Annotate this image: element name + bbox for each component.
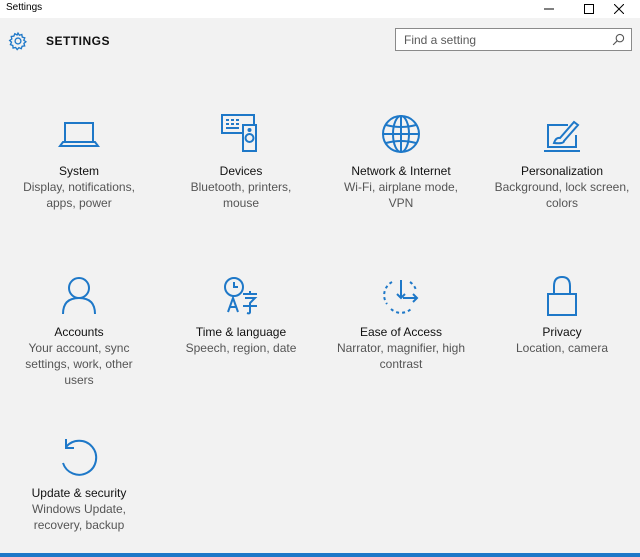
tile-network-internet[interactable]: Network & Internet Wi-Fi, airplane mode,… bbox=[326, 113, 476, 211]
person-icon bbox=[62, 277, 96, 315]
ease-of-access-icon bbox=[383, 280, 419, 314]
time-language-icon bbox=[224, 277, 258, 315]
tile-label: Time & language bbox=[195, 325, 287, 339]
tile-description: Bluetooth, printers, mouse bbox=[190, 180, 292, 210]
tile-description: Wi-Fi, airplane mode, VPN bbox=[343, 180, 459, 210]
maximize-icon bbox=[584, 4, 594, 14]
update-icon bbox=[62, 439, 98, 476]
tile-description: Windows Update, recovery, backup bbox=[31, 502, 127, 532]
search-input[interactable] bbox=[396, 29, 604, 50]
minimize-icon bbox=[544, 8, 554, 10]
tile-label: Devices bbox=[219, 164, 263, 178]
tile-label: System bbox=[58, 164, 99, 178]
tile-devices[interactable]: Devices Bluetooth, printers, mouse bbox=[166, 113, 316, 211]
devices-icon bbox=[221, 114, 257, 152]
tile-description: Speech, region, date bbox=[185, 341, 297, 355]
tile-description: Your account, sync settings, work, other… bbox=[25, 341, 133, 387]
tile-label: Network & Internet bbox=[351, 164, 451, 178]
laptop-icon bbox=[58, 122, 100, 147]
globe-icon bbox=[382, 115, 420, 153]
page-title: SETTINGS bbox=[46, 34, 111, 48]
tile-personalization[interactable]: Personalization Background, lock screen,… bbox=[487, 113, 637, 211]
search-box[interactable] bbox=[395, 28, 632, 51]
tile-system[interactable]: System Display, notifications, apps, pow… bbox=[4, 113, 154, 211]
tile-label: Update & security bbox=[31, 486, 127, 500]
tile-update-security[interactable]: Update & security Windows Update, recove… bbox=[4, 435, 154, 533]
close-icon bbox=[614, 4, 624, 14]
title-bar: Settings bbox=[0, 0, 640, 18]
lock-icon bbox=[547, 275, 577, 316]
tile-description: Narrator, magnifier, high contrast bbox=[336, 341, 466, 371]
close-button[interactable] bbox=[596, 0, 640, 18]
tile-privacy[interactable]: Privacy Location, camera bbox=[487, 274, 637, 356]
tile-label: Privacy bbox=[542, 325, 582, 339]
tile-label: Accounts bbox=[54, 325, 104, 339]
header: SETTINGS bbox=[0, 18, 640, 64]
tile-accounts[interactable]: Accounts Your account, sync settings, wo… bbox=[4, 274, 154, 388]
gear-icon bbox=[8, 31, 28, 51]
tile-description: Location, camera bbox=[515, 341, 609, 355]
search-icon[interactable] bbox=[612, 33, 625, 46]
tile-label: Personalization bbox=[520, 164, 604, 178]
personalization-icon bbox=[544, 120, 580, 152]
tile-label: Ease of Access bbox=[359, 325, 443, 339]
tile-description: Background, lock screen, colors bbox=[494, 180, 630, 210]
tile-time-language[interactable]: Time & language Speech, region, date bbox=[166, 274, 316, 356]
tile-description: Display, notifications, apps, power bbox=[23, 180, 135, 210]
accent-bar bbox=[0, 553, 640, 557]
tile-ease-of-access[interactable]: Ease of Access Narrator, magnifier, high… bbox=[326, 274, 476, 372]
window-title: Settings bbox=[6, 2, 43, 13]
